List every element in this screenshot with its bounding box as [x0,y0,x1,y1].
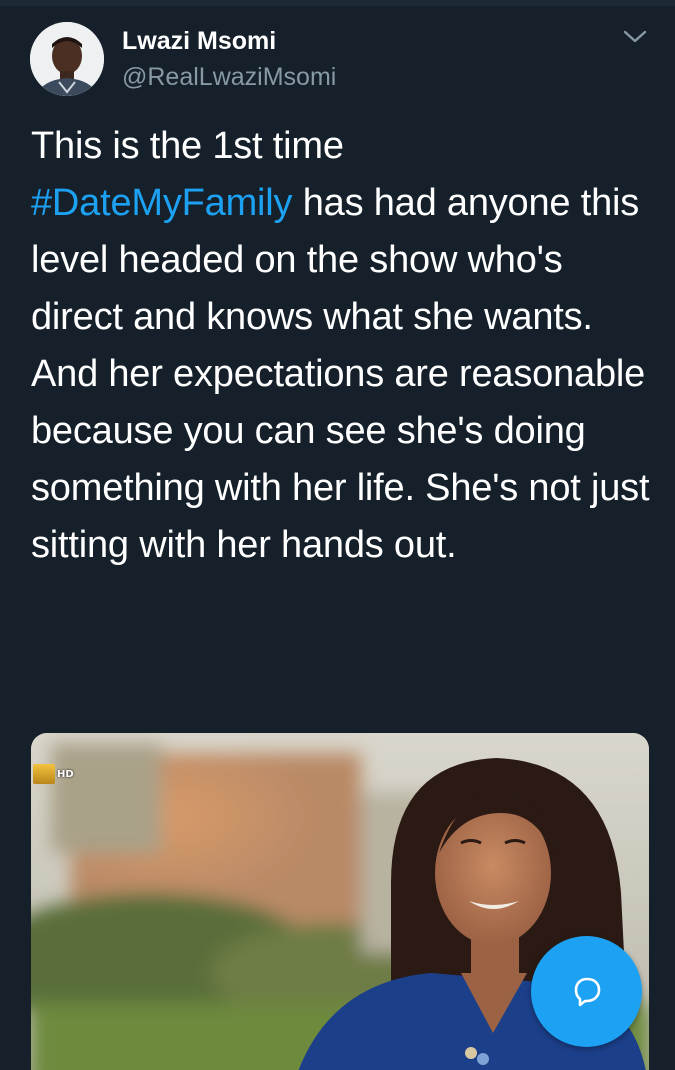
avatar[interactable] [30,22,104,96]
tweet-text-intro: This is the 1st time [31,125,344,167]
channel-logo-mark [33,764,55,784]
chevron-down-icon[interactable] [620,26,650,48]
divider [0,0,675,6]
hashtag-link[interactable]: #DateMyFamily [31,182,293,224]
tweet-text-body: has had anyone this level headed on the … [31,182,650,566]
author-handle[interactable]: @RealLwaziMsomi [122,62,336,92]
speech-bubble-icon [574,977,600,1006]
compose-reply-button[interactable] [531,936,642,1047]
channel-logo: HD [33,763,74,785]
author-name[interactable]: Lwazi Msomi [122,26,276,56]
tweet-card: Lwazi Msomi @RealLwaziMsomi This is the … [0,0,675,1070]
hd-badge: HD [57,768,74,780]
tweet-text: This is the 1st time #DateMyFamily has ha… [31,118,661,574]
